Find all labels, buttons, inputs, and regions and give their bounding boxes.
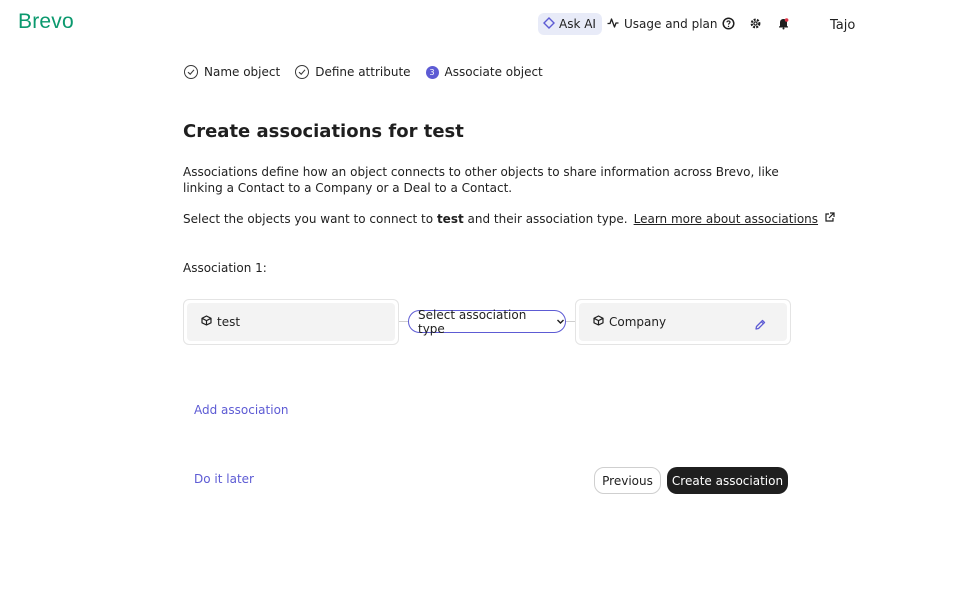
association-label: Association 1: xyxy=(183,261,267,275)
step-number-badge: 3 xyxy=(425,65,439,79)
add-association-link[interactable]: Add association xyxy=(194,403,289,417)
check-circle-icon xyxy=(295,65,310,79)
learn-more-link[interactable]: Learn more about associations xyxy=(634,212,835,226)
source-object-card: test xyxy=(183,299,399,345)
instruction-suffix: and their association type. xyxy=(467,212,628,226)
step-associate-object[interactable]: 3 Associate object xyxy=(425,63,543,81)
sparkle-diamond-icon xyxy=(543,16,555,32)
chevron-down-icon xyxy=(556,315,565,329)
connector-line-right xyxy=(566,321,575,322)
ask-ai-button[interactable]: Ask AI xyxy=(538,13,602,35)
cube-icon xyxy=(201,315,212,329)
source-object-name: test xyxy=(217,315,241,329)
gear-icon[interactable] xyxy=(749,17,762,30)
instruction-line: Select the objects you want to connect t… xyxy=(183,212,835,226)
instruction-object: test xyxy=(436,212,464,226)
help-icon[interactable] xyxy=(722,17,735,30)
target-object-name: Company xyxy=(609,315,667,329)
step-define-attribute[interactable]: Define attribute xyxy=(295,63,411,81)
association-type-value: Select association type xyxy=(418,307,527,336)
do-it-later-link[interactable]: Do it later xyxy=(194,472,254,486)
create-association-button[interactable]: Create association xyxy=(667,467,788,494)
step-label: Define attribute xyxy=(315,65,411,79)
instruction-prefix: Select the objects you want to connect t… xyxy=(183,212,434,226)
stepper: Name object Define attribute 3 Associate… xyxy=(184,63,558,81)
step-label: Name object xyxy=(204,65,281,79)
usage-and-plan-button[interactable]: Usage and plan xyxy=(607,13,718,35)
activity-icon xyxy=(607,17,619,32)
target-object-card: Company xyxy=(575,299,791,345)
cube-icon xyxy=(593,315,604,329)
connector-line-left xyxy=(399,321,408,322)
top-header: Brevo Ask AI Usage and plan Tajo xyxy=(0,0,960,48)
bell-icon[interactable] xyxy=(777,17,790,30)
page-title: Create associations for test xyxy=(183,121,464,142)
ask-ai-label: Ask AI xyxy=(559,17,596,31)
association-type-select[interactable]: Select association type xyxy=(408,307,566,336)
external-link-icon xyxy=(824,212,835,226)
user-name[interactable]: Tajo xyxy=(830,18,855,33)
brevo-logo[interactable]: Brevo xyxy=(18,10,74,34)
pencil-icon[interactable] xyxy=(754,316,766,330)
step-label: Associate object xyxy=(444,65,543,79)
check-circle-icon xyxy=(184,65,198,79)
learn-more-label: Learn more about associations xyxy=(633,212,819,226)
usage-and-plan-label: Usage and plan xyxy=(624,17,718,31)
previous-button[interactable]: Previous xyxy=(594,467,661,494)
source-object-field: test xyxy=(187,303,395,341)
step-name-object[interactable]: Name object xyxy=(184,63,280,81)
page-description: Associations define how an object connec… xyxy=(183,165,779,195)
